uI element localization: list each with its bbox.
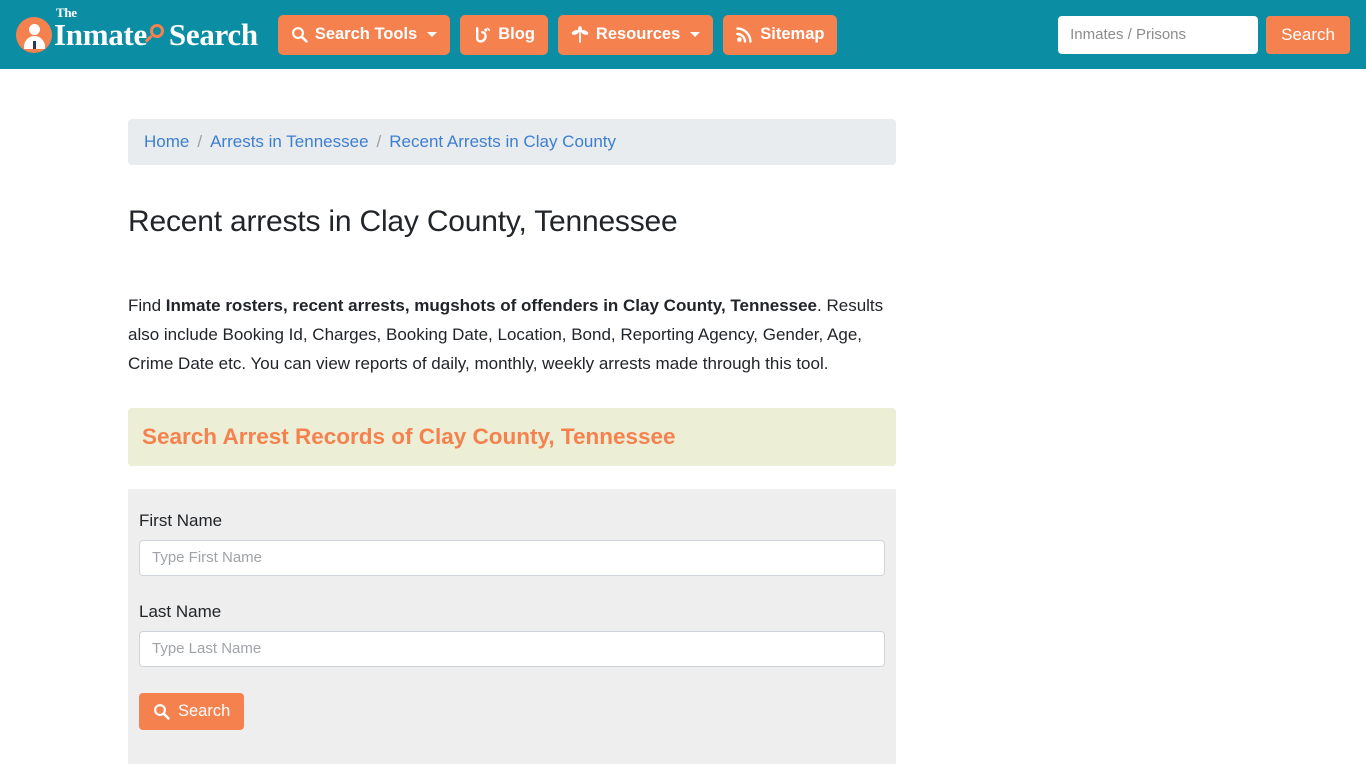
breadcrumb-item-arrests-in-tennessee[interactable]: Arrests in Tennessee <box>210 132 368 152</box>
main-nav: Search Tools Blog Resources Sitemap <box>277 14 838 55</box>
site-header: The Inmate Search Search Tools Blog Reso… <box>0 0 1366 69</box>
rss-icon <box>736 26 753 43</box>
intro-bold: Inmate rosters, recent arrests, mugshots… <box>165 295 818 315</box>
blogger-icon <box>473 26 491 44</box>
page-title: Recent arrests in Clay County, Tennessee <box>128 205 678 238</box>
chevron-down-icon <box>690 32 701 37</box>
nav-sitemap-button[interactable]: Sitemap <box>723 14 838 55</box>
person-tie-icon <box>32 40 36 49</box>
first-name-input[interactable] <box>139 539 885 576</box>
logo-wordmark: The Inmate Search <box>54 6 258 52</box>
nav-search-tools-button[interactable]: Search Tools <box>277 14 451 55</box>
header-search-form: Search <box>1058 15 1350 54</box>
nav-resources-button[interactable]: Resources <box>557 14 714 55</box>
form-search-label: Search <box>178 701 231 720</box>
logo-search-text: Search <box>168 17 258 52</box>
site-logo[interactable]: The Inmate Search <box>16 6 258 57</box>
chevron-down-icon <box>427 32 438 37</box>
breadcrumb-item-recent-arrests-clay-county[interactable]: Recent Arrests in Clay County <box>389 132 616 152</box>
breadcrumb-item-home[interactable]: Home <box>144 132 189 152</box>
last-name-group: Last Name <box>139 602 885 667</box>
magnifier-icon <box>153 703 170 720</box>
first-name-label: First Name <box>139 510 223 530</box>
nav-label: Resources <box>595 25 681 43</box>
seedling-icon <box>571 26 589 43</box>
nav-label: Search Tools <box>314 25 418 43</box>
person-icon <box>16 16 52 53</box>
section-heading: Search Arrest Records of Clay County, Te… <box>128 407 896 466</box>
magnifier-icon <box>291 26 308 43</box>
last-name-label: Last Name <box>139 601 222 621</box>
arrest-search-form: First Name Last Name Search <box>128 488 896 764</box>
header-search-button[interactable]: Search <box>1266 15 1350 54</box>
form-search-button[interactable]: Search <box>139 692 245 730</box>
breadcrumb: Home / Arrests in Tennessee / Recent Arr… <box>128 119 896 165</box>
nav-label: Blog <box>498 25 535 43</box>
page-body: Home / Arrests in Tennessee / Recent Arr… <box>0 69 1366 764</box>
logo-inmate-text: Inmate <box>54 17 147 52</box>
intro-lead: Find <box>128 295 166 315</box>
breadcrumb-separator: / <box>376 132 382 151</box>
logo-the-text: The <box>56 5 77 20</box>
header-search-input[interactable] <box>1058 15 1259 54</box>
first-name-group: First Name <box>139 511 885 576</box>
breadcrumb-separator: / <box>197 132 203 151</box>
nav-blog-button[interactable]: Blog <box>460 14 548 55</box>
magnifier-icon <box>144 21 169 45</box>
nav-label: Sitemap <box>760 25 825 43</box>
intro-paragraph: Find Inmate rosters, recent arrests, mug… <box>128 291 896 378</box>
last-name-input[interactable] <box>139 630 885 667</box>
content-container: Home / Arrests in Tennessee / Recent Arr… <box>128 119 896 764</box>
